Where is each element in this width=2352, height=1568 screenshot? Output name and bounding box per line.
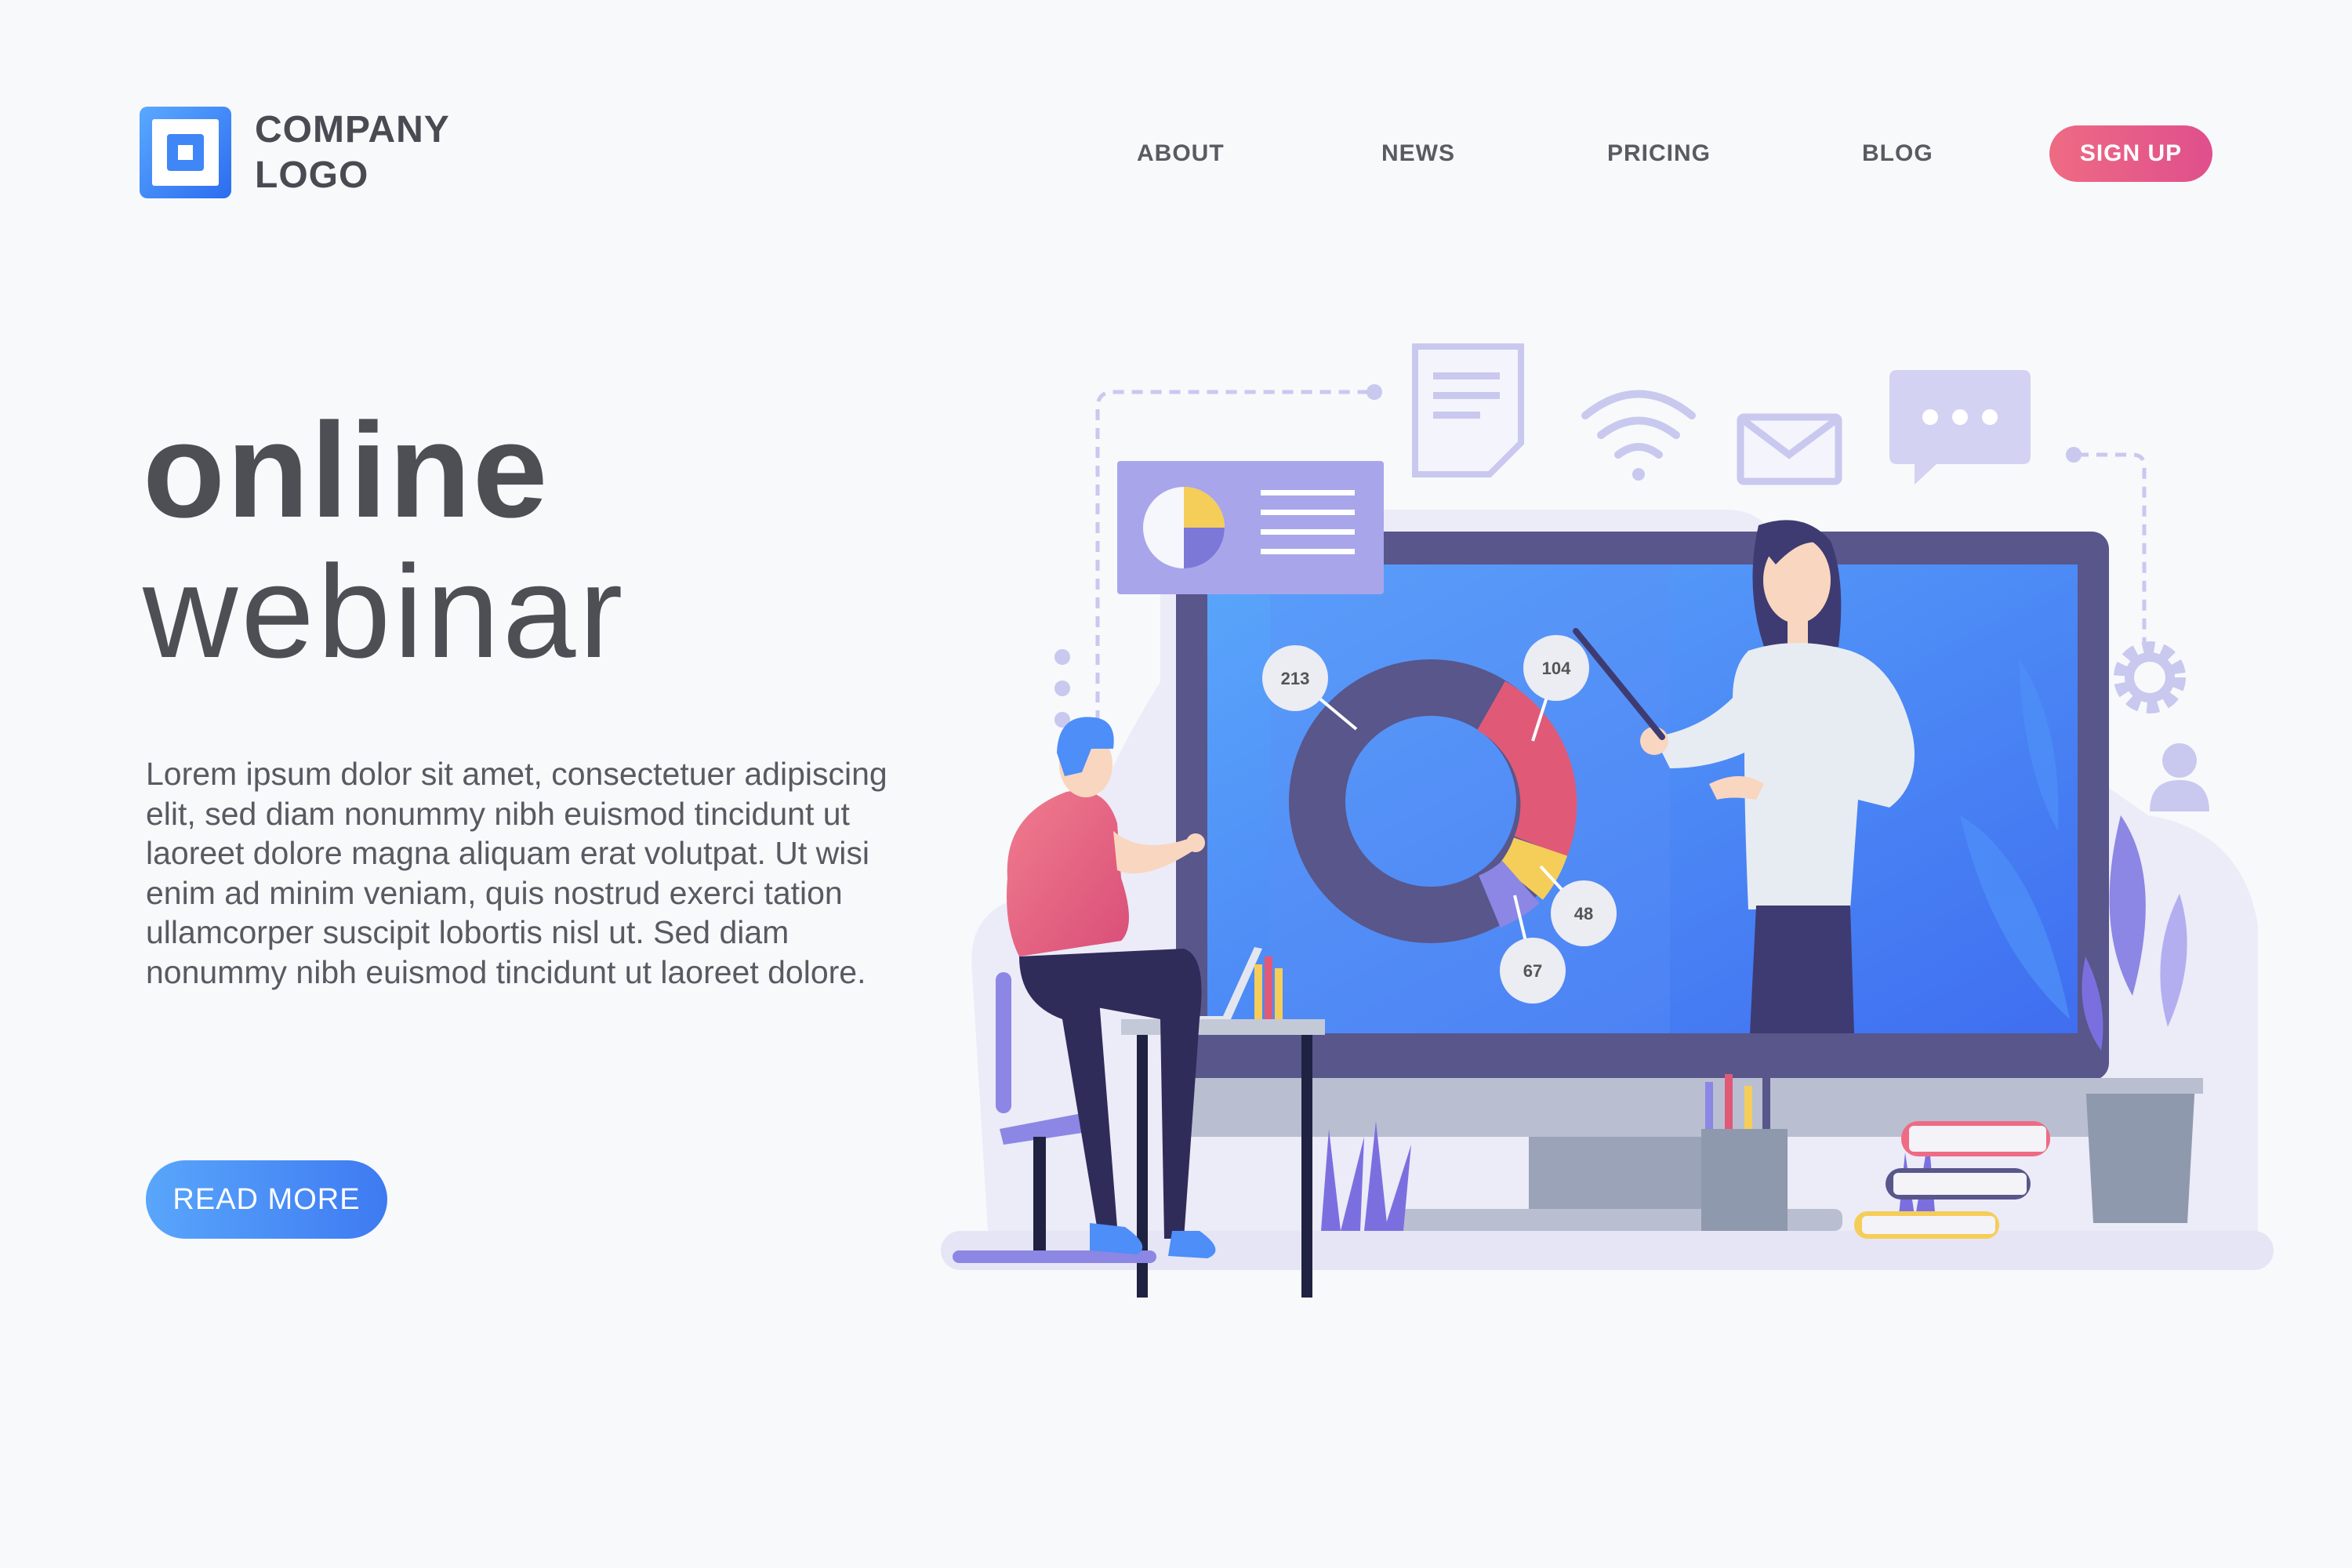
document-icon: [1412, 343, 1524, 477]
chart-label-213-text: 213: [1281, 669, 1310, 688]
wifi-icon: [1581, 390, 1696, 481]
logo-text: COMPANY LOGO: [255, 107, 450, 198]
chart-label-67-text: 67: [1523, 961, 1542, 981]
monitor-stand: [1529, 1137, 1709, 1215]
gear-icon: [2114, 641, 2186, 713]
mail-icon: [1737, 413, 1842, 485]
chat-icon: [1889, 370, 2031, 485]
logo-line-2: LOGO: [255, 154, 369, 196]
hero-body-text: Lorem ipsum dolor sit amet, consectetuer…: [146, 756, 887, 990]
nav-pricing[interactable]: PRICING: [1607, 125, 1711, 182]
user-icon: [2150, 743, 2209, 811]
dot: [1054, 649, 1070, 665]
hero-title-line-1: online: [143, 395, 550, 546]
logo-line-1: COMPANY: [255, 108, 450, 151]
hero-title-line-2: webinar: [143, 538, 626, 685]
connector-dot: [2066, 447, 2082, 463]
logo-icon: [140, 107, 231, 198]
pie-chart-card: [1117, 461, 1384, 594]
dot: [1054, 681, 1070, 696]
sign-up-button[interactable]: SIGN UP: [2049, 125, 2212, 182]
nav-blog[interactable]: BLOG: [1862, 125, 1933, 182]
connector-dot: [1367, 384, 1382, 400]
nav-about[interactable]: ABOUT: [1137, 125, 1225, 182]
company-logo[interactable]: COMPANY LOGO: [140, 107, 450, 198]
nav-news[interactable]: NEWS: [1381, 125, 1455, 182]
chart-label-48-text: 48: [1574, 904, 1593, 924]
webinar-illustration: 213 104 48 67: [925, 329, 2274, 1301]
chart-label-104-text: 104: [1542, 659, 1571, 678]
read-more-button[interactable]: READ MORE: [146, 1160, 387, 1239]
